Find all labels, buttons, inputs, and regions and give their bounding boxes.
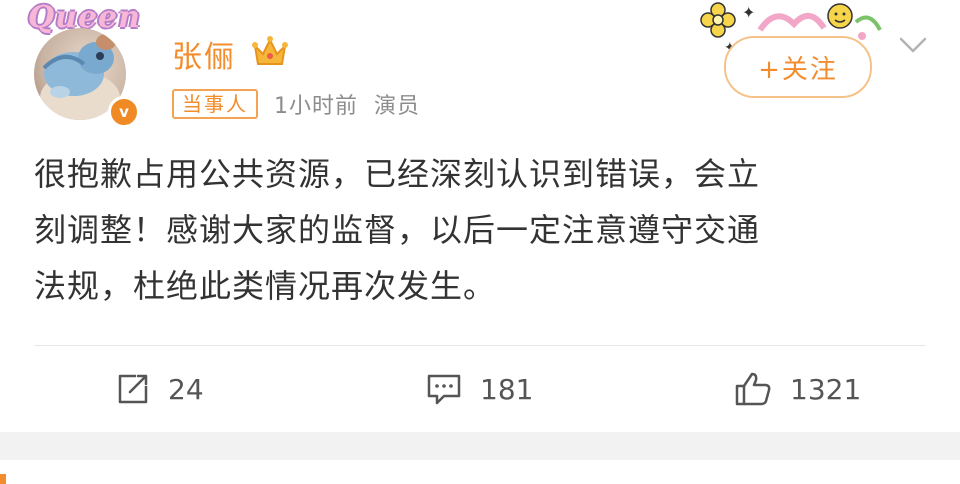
- weibo-post-card: Queen v 张俪 当事人 1小时前 演员 ✦ +关注 很抱歉占用公共资源，已…: [0, 0, 960, 432]
- avatar[interactable]: Queen v: [28, 0, 148, 128]
- repost-button[interactable]: 24: [116, 346, 204, 432]
- comment-button[interactable]: 181: [426, 346, 533, 432]
- repost-count: 24: [168, 372, 204, 406]
- post-content-line: 法规，杜绝此类情况再次发生。: [34, 267, 497, 305]
- svg-text:✦: ✦: [742, 3, 755, 22]
- follow-button[interactable]: +关注: [724, 36, 872, 98]
- thumbs-up-icon: [735, 372, 771, 406]
- user-name[interactable]: 张俪: [172, 32, 236, 76]
- comment-count: 181: [480, 372, 534, 406]
- post-time: 1小时前: [274, 94, 358, 119]
- next-post-accent: [0, 474, 6, 484]
- next-post-card: [0, 460, 960, 484]
- post-meta: 当事人 1小时前 演员: [172, 88, 420, 120]
- like-button[interactable]: 1321: [734, 346, 861, 432]
- chevron-down-icon[interactable]: [898, 32, 928, 56]
- feed-separator: [0, 432, 960, 460]
- action-bar: 24 181 1321: [0, 346, 960, 432]
- repost-icon: [118, 374, 148, 404]
- verified-badge-icon: v: [108, 96, 140, 128]
- post-content-line: 刻调整！感谢大家的监督，以后一定注意遵守交通: [34, 211, 761, 249]
- comment-icon: [427, 374, 461, 405]
- post-content-line: 很抱歉占用公共资源，已经深刻认识到错误，会立: [34, 155, 761, 193]
- post-source: 演员: [374, 94, 421, 119]
- post-content: 很抱歉占用公共资源，已经深刻认识到错误，会立 刻调整！感谢大家的监督，以后一定注…: [34, 146, 914, 314]
- status-badge: 当事人: [172, 89, 258, 119]
- crown-icon: [252, 36, 288, 65]
- like-count: 1321: [790, 372, 862, 406]
